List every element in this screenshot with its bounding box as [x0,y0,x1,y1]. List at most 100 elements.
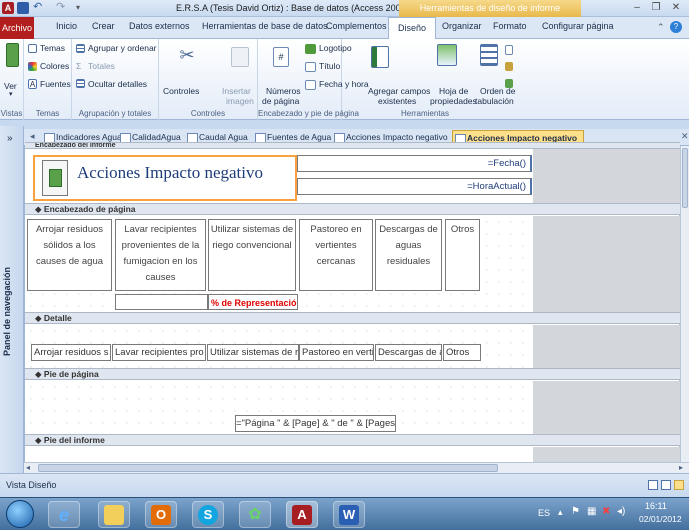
fecha-field[interactable]: =Fecha() [297,155,532,172]
minimize-ribbon-icon[interactable]: ⌃ [657,22,667,32]
report-view-icon[interactable] [648,480,658,490]
taskbar-messenger[interactable]: ✿ [239,501,271,528]
battery-icon[interactable]: ✖ [602,506,610,517]
column-header[interactable]: Lavar recipientes provenientes de la fum… [115,219,206,291]
hora-field[interactable]: =HoraActual() [297,178,532,195]
tab-archivo[interactable]: Archivo [0,17,34,39]
ocultar-detalles-button[interactable]: Ocultar detalles [88,79,147,89]
taskbar-ie[interactable]: e [48,501,80,528]
detail-field[interactable]: Pastoreo en verti [299,344,374,361]
clock-date[interactable]: 02/01/2012 [639,514,682,524]
redo-icon[interactable]: ↷ [56,2,66,14]
print-preview-icon[interactable] [661,480,671,490]
vertical-scroll-thumb[interactable] [682,148,688,208]
volume-icon[interactable]: ◂) [617,506,625,517]
column-header[interactable]: Descargas de aguas residuales [375,219,442,291]
fuentes-button[interactable]: Fuentes [40,79,71,89]
controles-icon[interactable]: ✂ [177,44,197,66]
detail-field[interactable]: Otros [443,344,481,361]
column-header[interactable]: Pastoreo en vertientes cercanas [299,219,373,291]
tab-diseno[interactable]: Diseño [388,17,436,39]
band-report-footer[interactable]: ◆ Pie del informe [25,434,680,446]
vertical-scrollbar[interactable] [680,146,689,462]
tab-organizar[interactable]: Organizar [442,21,482,31]
close-document-icon[interactable]: ✕ [681,131,689,142]
temas-icon [28,44,37,53]
tab-inicio[interactable]: Inicio [56,21,77,31]
language-indicator[interactable]: ES [538,508,550,518]
detail-field[interactable]: Descargas de a [375,344,442,361]
section-report-header[interactable]: Acciones Impacto negativo =Fecha() =Hora… [25,149,533,203]
percent-spacer-field[interactable] [115,294,208,310]
agrupar-button[interactable]: Agrupar y ordenar [88,43,157,53]
convert-icon[interactable] [505,79,513,88]
undo-icon[interactable]: ↶ [33,2,43,14]
report-design-canvas[interactable]: Encabezado del informe Acciones Impacto … [24,142,680,462]
taskbar-word[interactable]: W [333,501,365,528]
tab-datos-externos[interactable]: Datos externos [129,21,190,31]
insertar-imagen-button[interactable]: Insertar [222,86,251,96]
band-detail[interactable]: ◆ Detalle [25,312,680,324]
hoja-propiedades-button[interactable]: Hoja de [439,86,468,96]
insertar-imagen-label-2: imagen [226,96,254,106]
tab-formato[interactable]: Formato [493,21,527,31]
restore-button[interactable]: ❐ [648,2,664,14]
show-hidden-icons-icon[interactable]: ▴ [558,507,563,518]
access-app-icon[interactable]: A [2,2,14,14]
numeros-pagina-button[interactable]: Números [266,86,300,96]
code-icon[interactable] [505,45,513,55]
band-page-header[interactable]: ◆ Encabezado de página [25,203,680,215]
column-header[interactable]: Arrojar residuos sólidos a los causes de… [27,219,112,291]
percent-representation-label[interactable]: % de Representación [208,294,298,310]
temas-button[interactable]: Temas [40,43,65,53]
scroll-right-icon[interactable]: ▸ [679,463,683,472]
column-header[interactable]: Otros [445,219,480,291]
tab-crear[interactable]: Crear [92,21,115,31]
navigation-pane[interactable]: » Panel de navegación [0,126,24,473]
report-title[interactable]: Acciones Impacto negativo [77,163,263,183]
taskbar-skype[interactable]: S [192,501,224,528]
tab-complementos[interactable]: Complementos [326,21,387,31]
macro-icon[interactable] [505,62,513,71]
section-report-footer[interactable] [25,447,533,462]
page-number-field[interactable]: ="Página " & [Page] & " de " & [Pages] [235,415,396,432]
scroll-left-icon[interactable]: ◂ [26,463,30,472]
help-icon[interactable]: ? [670,21,682,33]
tab-configurar-pagina[interactable]: Configurar página [542,21,614,31]
flag-icon[interactable]: ⚑ [571,506,580,517]
report-logo-frame[interactable] [42,160,68,196]
horizontal-scrollbar[interactable]: ◂ ▸ [24,462,689,473]
detail-field[interactable]: Lavar recipientes pro [112,344,206,361]
close-button[interactable]: ✕ [668,2,684,14]
start-button[interactable] [6,500,34,528]
section-page-header[interactable]: Arrojar residuos sólidos a los causes de… [25,216,533,312]
band-page-header-label: Encabezado de página [43,204,136,214]
network-icon[interactable]: ▦ [587,506,596,517]
taskbar-access[interactable]: A [286,501,318,528]
minimize-button[interactable]: – [629,2,645,14]
taskbar-outlook[interactable]: O [145,501,177,528]
band-page-footer[interactable]: ◆ Pie de página [25,368,680,380]
customize-quick-access-icon[interactable]: ▾ [76,2,86,14]
controles-button[interactable]: Controles [163,86,199,96]
tab-herramientas-bd[interactable]: Herramientas de base de datos [202,21,328,31]
section-detail[interactable]: Arrojar residuos s Lavar recipientes pro… [25,325,533,368]
save-icon[interactable] [17,2,29,14]
band-report-header[interactable]: Encabezado del informe [25,142,680,149]
section-page-footer[interactable]: ="Página " & [Page] & " de " & [Pages] [25,381,533,434]
titulo-button[interactable]: Título [319,61,340,71]
view-icon[interactable] [6,43,19,67]
colores-button[interactable]: Colores [40,61,69,71]
taskbar-explorer[interactable] [98,501,130,528]
agregar-campos-button[interactable]: Agregar campos [368,86,430,96]
ver-dropdown-icon[interactable]: ▾ [9,90,13,98]
design-view-icon[interactable] [674,480,684,490]
totales-button[interactable]: Totales [88,61,115,71]
horizontal-scroll-thumb[interactable] [38,464,498,472]
detail-field[interactable]: Utilizar sistemas de r [207,344,299,361]
tab-scroll-left-icon[interactable]: ◂ [30,131,35,142]
detail-field[interactable]: Arrojar residuos s [31,344,111,361]
nav-pane-toggle-icon[interactable]: » [7,133,13,144]
clock-time[interactable]: 16:11 [645,501,667,511]
column-header[interactable]: Utilizar sistemas de riego convencional [208,219,296,291]
